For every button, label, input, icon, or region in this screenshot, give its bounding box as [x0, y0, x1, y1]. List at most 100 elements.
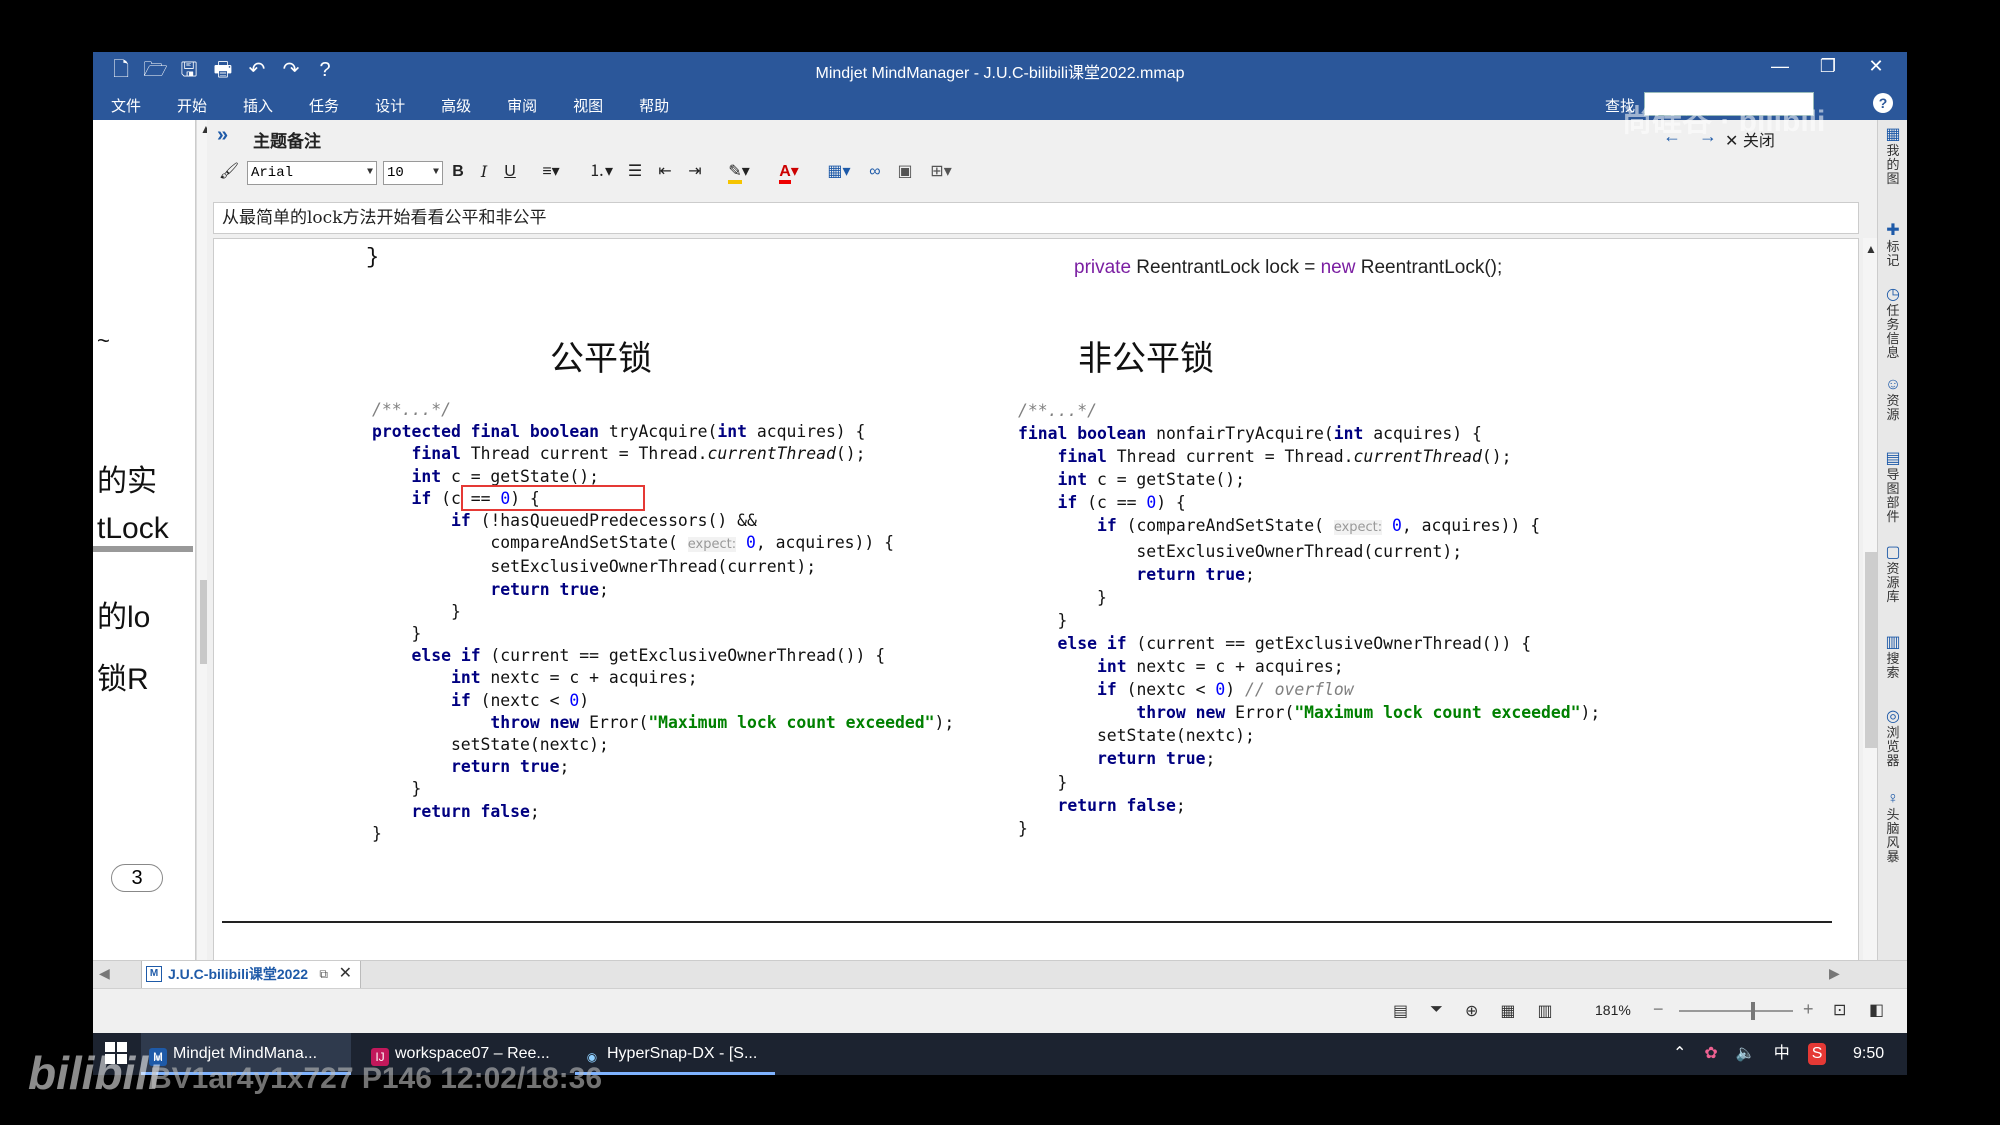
tray-app-icon[interactable]: ✿: [1704, 1033, 1717, 1075]
sidebar-task-info[interactable]: ◷ 任务信息: [1881, 287, 1905, 360]
sidebar-library[interactable]: ▢ 资源库: [1881, 545, 1905, 604]
tab-scroll-right-icon[interactable]: ▶: [1829, 965, 1840, 982]
zoom-slider[interactable]: [1679, 1002, 1793, 1020]
page-view-icon[interactable]: ▥: [1537, 1001, 1552, 1021]
mindmanager-window: 🗋 🗁 🖫 🖶 ↶ ↷ ? Mindjet MindManager - J.U.…: [93, 52, 1907, 1033]
layout-icon[interactable]: ▤: [1393, 1001, 1408, 1021]
menu-view[interactable]: 视图: [573, 95, 603, 116]
menu-task[interactable]: 任务: [309, 95, 339, 116]
font-family-select[interactable]: Arial ▼: [247, 161, 377, 185]
document-tab[interactable]: M J.U.C-bilibili课堂2022 ⧉ ✕: [141, 961, 361, 989]
sidebar-search[interactable]: ▥ 搜索: [1881, 635, 1905, 680]
insert-object-icon[interactable]: ⊞▾: [923, 160, 959, 184]
taskbar-app-hypersnap[interactable]: ◉ HyperSnap-DX - [S...: [575, 1033, 775, 1075]
zoom-out-icon[interactable]: −: [1653, 999, 1664, 1020]
menu-review[interactable]: 审阅: [507, 95, 537, 116]
brainstorm-icon: ♀: [1887, 790, 1899, 807]
scroll-thumb[interactable]: [1865, 552, 1877, 748]
close-tab-icon[interactable]: ✕: [339, 961, 352, 987]
menu-help[interactable]: 帮助: [639, 95, 669, 116]
unfair-lock-heading: 非公平锁: [1078, 339, 1214, 379]
sidebar-markers[interactable]: ✚ 标记: [1881, 222, 1905, 268]
input-method-icon[interactable]: 中: [1774, 1033, 1790, 1075]
sidebar-browser[interactable]: ◎ 浏览器: [1881, 708, 1905, 768]
image-icon[interactable]: ▣: [893, 160, 917, 184]
menu-insert[interactable]: 插入: [243, 95, 273, 116]
sidebar-map-parts[interactable]: ▤ 导图部件: [1881, 450, 1905, 524]
new-keyword: new: [1320, 257, 1356, 278]
align-icon[interactable]: ≡▾: [533, 160, 569, 184]
zoom-slider-knob[interactable]: [1751, 1002, 1755, 1020]
font-size-select[interactable]: 10 ▼: [383, 161, 443, 185]
system-tray: ⌃ ✿ 🔈 中 S: [1673, 1033, 1827, 1075]
sogou-ime-icon[interactable]: S: [1807, 1043, 1827, 1065]
menu-design[interactable]: 设计: [375, 95, 405, 116]
indent-icon[interactable]: ⇥: [683, 160, 707, 184]
zoom-level: 181%: [1595, 1002, 1631, 1018]
window-controls: — ❐ ✕: [1763, 56, 1893, 77]
resources-icon: ☺: [1884, 376, 1902, 393]
sidebar-label: 浏览器: [1886, 725, 1900, 768]
sidebar-resources[interactable]: ☺ 资源: [1881, 376, 1905, 422]
italic-button[interactable]: I: [473, 160, 495, 184]
view-mode-icon[interactable]: ◧: [1869, 1000, 1884, 1020]
outline-pane: ~ 的实 tLock 的lo 锁R 3: [93, 120, 196, 980]
map-parts-icon: ▤: [1885, 450, 1901, 467]
highlight-color-icon[interactable]: ✎▾: [719, 160, 759, 184]
document-tab-label: J.U.C-bilibili课堂2022: [168, 966, 309, 982]
sidebar-label: 任务信息: [1886, 303, 1900, 360]
fit-map-icon[interactable]: ⊡: [1833, 1000, 1846, 1020]
bilibili-logo-watermark: bilibili: [28, 1047, 161, 1099]
scroll-up-icon[interactable]: ▲: [1865, 242, 1877, 256]
pin-icon[interactable]: ⧉: [319, 961, 328, 987]
outline-fragment[interactable]: tLock: [97, 512, 169, 546]
markers-icon: ✚: [1886, 222, 1900, 239]
field-declaration: private ReentrantLock lock = new Reentra…: [1074, 257, 1502, 279]
sidebar-label: 我的图: [1886, 143, 1900, 186]
tab-scroll-left-icon[interactable]: ◀: [99, 965, 110, 982]
minimize-button[interactable]: —: [1763, 56, 1797, 77]
outline-fragment[interactable]: 锁R: [97, 654, 149, 698]
sidebar-my-maps[interactable]: ▦ 我的图: [1881, 127, 1905, 186]
content-separator: [222, 921, 1832, 923]
menu-home[interactable]: 开始: [177, 95, 207, 116]
close-window-button[interactable]: ✕: [1859, 56, 1893, 77]
format-painter-icon[interactable]: 🖌: [217, 160, 241, 184]
volume-icon[interactable]: 🔈: [1736, 1033, 1756, 1075]
outdent-icon[interactable]: ⇤: [653, 160, 677, 184]
topic-count-badge[interactable]: 3: [111, 864, 163, 892]
field-decl-end: ReentrantLock();: [1355, 257, 1503, 278]
help-circle-icon[interactable]: ?: [1873, 93, 1893, 113]
collapse-chevron-icon[interactable]: »: [217, 124, 228, 147]
focus-icon[interactable]: ⊕: [1465, 1001, 1478, 1021]
taskbar-clock[interactable]: 9:50: [1853, 1033, 1884, 1075]
topic-text-line[interactable]: 从最简单的lock方法开始看看公平和非公平: [213, 202, 1859, 234]
outline-fragment[interactable]: 的lo: [97, 592, 150, 636]
menu-file[interactable]: 文件: [111, 95, 141, 116]
sidebar-label: 标记: [1886, 239, 1900, 268]
document-tab-bar: ◀ M J.U.C-bilibili课堂2022 ⧉ ✕ ▶: [93, 960, 1907, 989]
sidebar-label: 导图部件: [1886, 467, 1900, 524]
link-icon[interactable]: ∞: [863, 160, 887, 184]
bullet-list-icon[interactable]: ☰: [623, 160, 647, 184]
code-brace: }: [366, 245, 380, 270]
taskbar-app-label: Mindjet MindMana...: [173, 1045, 318, 1062]
numbered-list-icon[interactable]: ⒈▾: [583, 160, 619, 184]
filter-icon[interactable]: ⏷: [1430, 1001, 1443, 1021]
outline-view-icon[interactable]: ▦: [1500, 1001, 1515, 1021]
bold-button[interactable]: B: [447, 160, 469, 184]
browser-icon: ◎: [1886, 708, 1900, 725]
sidebar-brainstorm[interactable]: ♀ 头脑风暴: [1881, 790, 1905, 864]
font-color-icon[interactable]: A▾: [769, 160, 809, 184]
zoom-in-icon[interactable]: +: [1803, 999, 1814, 1020]
video-watermark-top: 尚硅谷 · bilibili: [1622, 105, 1826, 138]
underline-button[interactable]: U: [499, 160, 521, 184]
outline-fragment[interactable]: 的实: [97, 456, 157, 500]
notes-content-area[interactable]: } private ReentrantLock lock = new Reent…: [213, 238, 1859, 980]
tray-expand-icon[interactable]: ⌃: [1673, 1033, 1686, 1075]
table-icon[interactable]: ▦▾: [821, 160, 857, 184]
font-size-value: 10: [387, 165, 404, 181]
restore-button[interactable]: ❐: [1811, 56, 1845, 77]
menu-advanced[interactable]: 高级: [441, 95, 471, 116]
notes-title: 主题备注: [253, 132, 321, 151]
